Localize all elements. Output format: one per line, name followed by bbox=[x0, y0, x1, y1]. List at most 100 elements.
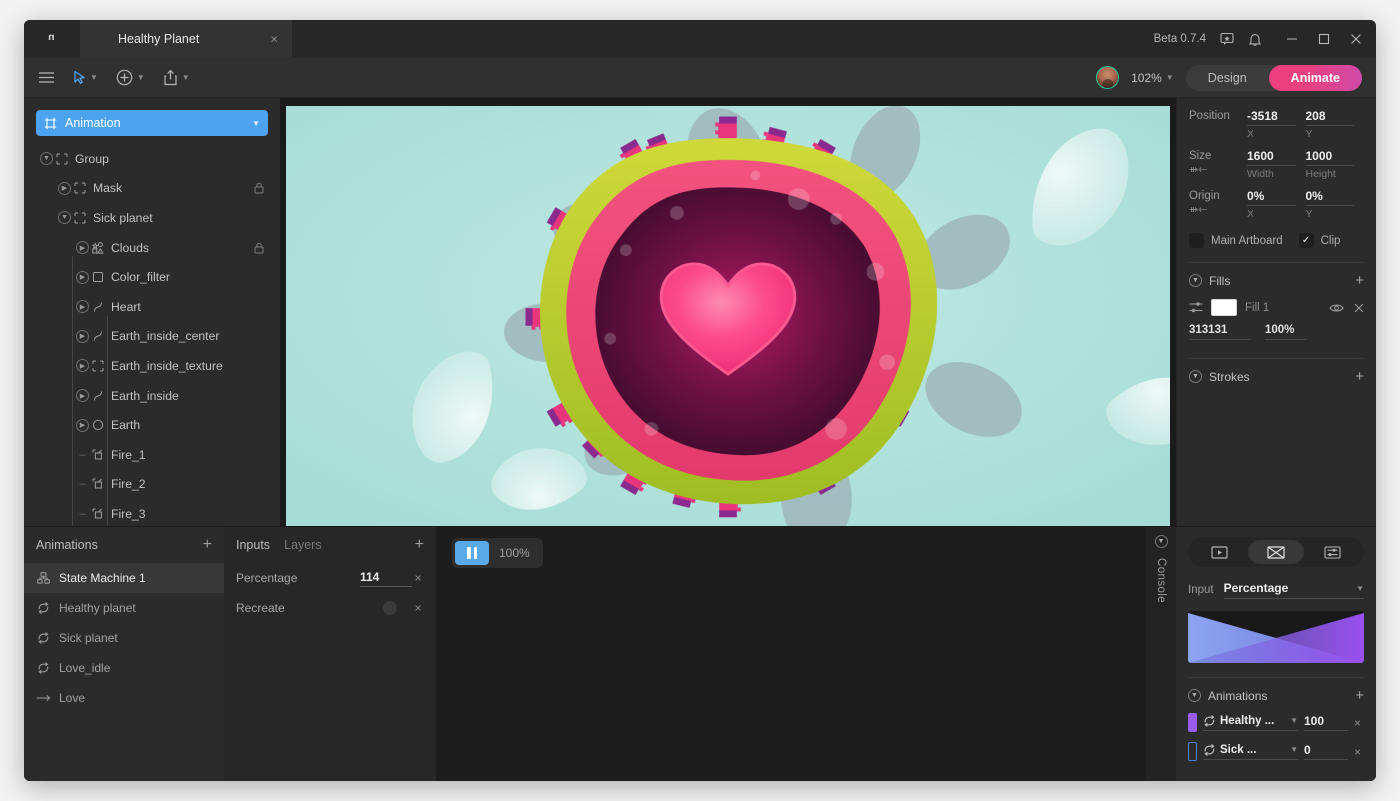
artboard-selector[interactable]: Animation ▼ bbox=[36, 110, 268, 136]
add-stroke-button[interactable]: + bbox=[1355, 369, 1364, 384]
select-tool-icon[interactable]: ▼ bbox=[73, 70, 98, 85]
main-artboard-checkbox[interactable] bbox=[1189, 233, 1204, 248]
fill-hex-field[interactable] bbox=[1189, 324, 1251, 340]
position-x-input[interactable] bbox=[1247, 108, 1296, 126]
fill-options-icon[interactable] bbox=[1189, 301, 1203, 314]
artboard-stage[interactable] bbox=[286, 106, 1170, 526]
chevron-right-icon[interactable]: ▶ bbox=[76, 389, 89, 403]
chevron-right-icon[interactable]: ▶ bbox=[58, 181, 71, 195]
binding-animation-select[interactable]: Sick ... ▼ bbox=[1203, 744, 1298, 760]
chevron-right-icon[interactable]: ▶ bbox=[76, 418, 89, 432]
blend-tab[interactable] bbox=[1247, 540, 1305, 564]
height-field[interactable]: Height bbox=[1305, 148, 1354, 180]
zoom-control[interactable]: 102% ▼ bbox=[1131, 71, 1174, 85]
chevron-right-icon[interactable]: ▶ bbox=[76, 359, 89, 373]
user-avatar[interactable] bbox=[1096, 66, 1120, 89]
notifications-bell-icon[interactable] bbox=[1248, 32, 1262, 47]
animate-mode-button[interactable]: Animate bbox=[1268, 64, 1362, 91]
hierarchy-item-mask[interactable]: ▶ Mask bbox=[24, 174, 280, 204]
add-animation-button[interactable]: + bbox=[203, 537, 212, 553]
position-x-field[interactable]: X bbox=[1247, 108, 1296, 140]
tab-layers[interactable]: Layers bbox=[284, 538, 322, 552]
hierarchy-item-fire-2[interactable]: – Fire_2 bbox=[24, 470, 280, 500]
binding-color-chip[interactable] bbox=[1188, 713, 1197, 732]
chevron-down-icon[interactable]: ▼ bbox=[58, 211, 71, 225]
width-field[interactable]: Width bbox=[1247, 148, 1296, 180]
animation-item-healthy-planet[interactable]: Healthy planet bbox=[24, 593, 224, 623]
chevron-right-icon[interactable]: ▶ bbox=[76, 300, 89, 314]
chevron-right-icon[interactable]: ▶ bbox=[76, 241, 89, 255]
chevron-down-icon[interactable]: ▼ bbox=[1189, 274, 1202, 287]
console-strip[interactable]: ▼ Console bbox=[1146, 527, 1176, 781]
fill-opacity-input[interactable] bbox=[1265, 324, 1307, 336]
blend-curve-graph[interactable] bbox=[1188, 611, 1364, 663]
hierarchy-item-fire-1[interactable]: – Fire_1 bbox=[24, 440, 280, 470]
add-input-button[interactable]: + bbox=[415, 537, 424, 553]
hierarchy-item-earth-inside[interactable]: ▶ Earth_inside bbox=[24, 381, 280, 411]
remove-input-icon[interactable]: × bbox=[412, 571, 424, 585]
animation-item-love[interactable]: Love bbox=[24, 683, 224, 713]
remove-input-icon[interactable]: × bbox=[412, 601, 424, 615]
minimize-icon[interactable] bbox=[1286, 33, 1298, 45]
binding-value-field[interactable] bbox=[1304, 714, 1348, 731]
design-mode-button[interactable]: Design bbox=[1186, 65, 1269, 91]
hierarchy-item-sick-planet[interactable]: ▼ Sick planet bbox=[24, 203, 280, 233]
remove-binding-icon[interactable]: × bbox=[1354, 745, 1364, 759]
chevron-right-icon[interactable]: ▶ bbox=[76, 329, 89, 343]
canvas-area[interactable] bbox=[280, 98, 1176, 526]
maximize-icon[interactable] bbox=[1318, 33, 1330, 45]
fill-remove-icon[interactable] bbox=[1354, 303, 1364, 313]
width-input[interactable] bbox=[1247, 148, 1296, 166]
hierarchy-item-group[interactable]: ▼ Group bbox=[24, 144, 280, 174]
remove-binding-icon[interactable]: × bbox=[1354, 716, 1364, 730]
lock-icon[interactable] bbox=[254, 182, 264, 194]
playback-tab[interactable] bbox=[1191, 540, 1248, 564]
input-boolean-toggle[interactable] bbox=[383, 601, 397, 615]
hierarchy-item-earth-inside-texture[interactable]: ▶ Earth_inside_texture bbox=[24, 351, 280, 381]
add-fill-button[interactable]: + bbox=[1355, 273, 1364, 288]
position-y-field[interactable]: Y bbox=[1305, 108, 1354, 140]
hamburger-menu-icon[interactable] bbox=[38, 71, 55, 84]
hierarchy-item-heart[interactable]: ▶ Heart bbox=[24, 292, 280, 322]
pause-button[interactable] bbox=[455, 541, 489, 565]
export-share-icon[interactable]: ▼ bbox=[163, 69, 190, 86]
close-icon[interactable]: × bbox=[270, 33, 278, 46]
origin-y-field[interactable]: Y bbox=[1305, 188, 1354, 220]
link-size-icon[interactable]: ⇻⇽ bbox=[1189, 163, 1247, 176]
settings-tab[interactable] bbox=[1304, 540, 1361, 564]
clip-checkbox[interactable]: ✓ bbox=[1298, 233, 1314, 248]
document-tab[interactable]: Healthy Planet × bbox=[80, 20, 292, 58]
chevron-down-icon[interactable]: ▼ bbox=[1188, 689, 1201, 702]
hierarchy-item-clouds[interactable]: ▶ Clouds bbox=[24, 233, 280, 263]
chevron-down-icon[interactable]: ▼ bbox=[40, 152, 53, 166]
chevron-right-icon[interactable]: ▶ bbox=[76, 270, 89, 284]
state-machine-graph[interactable]: 100% › Entry Blend Any State Exit bbox=[436, 527, 1146, 781]
hierarchy-item-fire-3[interactable]: – Fire_3 bbox=[24, 499, 280, 526]
fill-opacity-field[interactable] bbox=[1265, 324, 1307, 340]
fill-hex-input[interactable] bbox=[1189, 324, 1251, 336]
lock-icon[interactable] bbox=[254, 242, 264, 254]
link-origin-icon[interactable]: ⇻⇽ bbox=[1189, 203, 1247, 216]
position-y-input[interactable] bbox=[1305, 108, 1354, 126]
close-window-icon[interactable] bbox=[1350, 33, 1362, 45]
height-input[interactable] bbox=[1305, 148, 1354, 166]
animation-item-state-machine-1[interactable]: State Machine 1 bbox=[24, 563, 224, 593]
blend-input-select[interactable]: Percentage ▼ bbox=[1223, 581, 1364, 599]
binding-value-field[interactable] bbox=[1304, 743, 1348, 760]
hierarchy-item-earth[interactable]: ▶ Earth bbox=[24, 410, 280, 440]
chevron-down-icon[interactable]: ▼ bbox=[1154, 535, 1168, 548]
animation-item-love-idle[interactable]: Love_idle bbox=[24, 653, 224, 683]
chevron-down-icon[interactable]: ▼ bbox=[1189, 370, 1202, 383]
fill-visibility-eye-icon[interactable] bbox=[1329, 303, 1344, 313]
app-logo[interactable]: ⁿ bbox=[24, 20, 80, 58]
hierarchy-item-earth-inside-center[interactable]: ▶ Earth_inside_center bbox=[24, 322, 280, 352]
animation-item-sick-planet[interactable]: Sick planet bbox=[24, 623, 224, 653]
chevron-down-icon[interactable]: ▼ bbox=[252, 119, 260, 128]
binding-color-chip[interactable] bbox=[1188, 742, 1197, 761]
add-blend-animation-button[interactable]: + bbox=[1355, 688, 1364, 703]
create-tool-icon[interactable]: ▼ bbox=[116, 69, 145, 86]
binding-animation-select[interactable]: Healthy ... ▼ bbox=[1203, 715, 1298, 731]
tab-inputs[interactable]: Inputs bbox=[236, 538, 270, 552]
fill-color-swatch[interactable] bbox=[1211, 299, 1237, 316]
feedback-icon[interactable] bbox=[1220, 32, 1234, 46]
